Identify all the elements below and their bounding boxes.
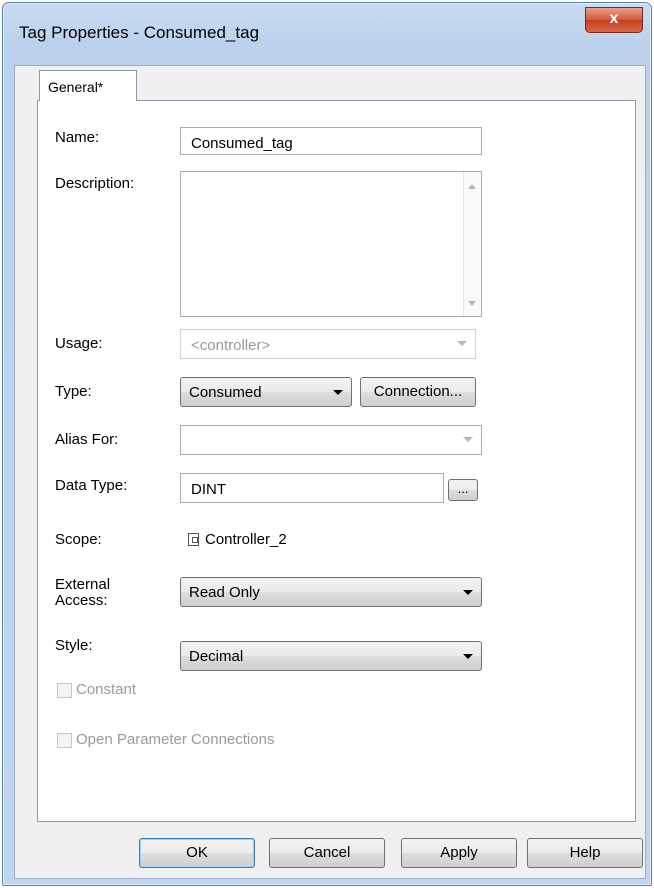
chevron-down-icon	[333, 390, 343, 395]
window-title: Tag Properties - Consumed_tag	[19, 23, 260, 42]
external-access-label-line2: Access:	[55, 592, 108, 609]
type-dropdown[interactable]: Consumed	[180, 377, 352, 407]
dialog-body: General* Name: Consumed_tag Description:…	[14, 65, 646, 879]
style-value: Decimal	[189, 648, 244, 665]
style-label: Style:	[55, 637, 93, 654]
close-icon: x	[609, 10, 619, 27]
controller-icon	[188, 533, 199, 546]
cancel-button[interactable]: Cancel	[269, 838, 385, 868]
name-field[interactable]: Consumed_tag	[180, 127, 482, 155]
chevron-down-icon[interactable]	[463, 437, 473, 442]
description-label: Description:	[55, 175, 135, 192]
close-button[interactable]: x	[585, 7, 643, 33]
usage-value: <controller>	[191, 337, 271, 354]
style-dropdown[interactable]: Decimal	[180, 641, 482, 671]
description-field[interactable]	[180, 171, 482, 317]
scope-label: Scope:	[55, 531, 102, 548]
usage-label: Usage:	[55, 335, 103, 352]
apply-button[interactable]: Apply	[401, 838, 517, 868]
data-type-label: Data Type:	[55, 477, 128, 494]
alias-for-combo[interactable]	[180, 425, 482, 455]
scroll-up-icon[interactable]	[468, 184, 476, 189]
external-access-label-line1: External	[55, 576, 111, 593]
chevron-down-icon	[463, 654, 473, 659]
constant-label: Constant	[76, 681, 137, 698]
chevron-down-icon	[457, 341, 467, 346]
external-access-value: Read Only	[189, 584, 260, 601]
type-label: Type:	[55, 383, 92, 400]
alias-for-label: Alias For:	[55, 431, 119, 448]
open-parameter-connections-label: Open Parameter Connections	[76, 731, 275, 748]
ok-button[interactable]: OK	[139, 838, 255, 868]
description-scrollbar[interactable]	[463, 172, 481, 316]
data-type-field[interactable]: DINT	[180, 473, 444, 503]
name-label: Name:	[55, 129, 100, 146]
tag-properties-dialog: Tag Properties - Consumed_tag x General*…	[2, 2, 652, 886]
usage-combo: <controller>	[180, 329, 476, 359]
scope-value: Controller_2	[205, 531, 287, 548]
tab-general[interactable]: General*	[39, 70, 137, 101]
external-access-dropdown[interactable]: Read Only	[180, 577, 482, 607]
title-bar[interactable]: Tag Properties - Consumed_tag x	[3, 3, 651, 59]
constant-checkbox	[57, 683, 72, 698]
chevron-down-icon	[463, 590, 473, 595]
help-button[interactable]: Help	[527, 838, 643, 868]
scroll-down-icon[interactable]	[468, 301, 476, 306]
data-type-browse-button[interactable]: ...	[448, 479, 478, 501]
type-value: Consumed	[189, 384, 262, 401]
connection-button[interactable]: Connection...	[360, 377, 476, 407]
general-panel: Name: Consumed_tag Description: Usage: <…	[37, 100, 636, 822]
open-parameter-connections-checkbox	[57, 733, 72, 748]
external-access-label: External Access:	[55, 577, 110, 609]
tab-general-label: General*	[48, 79, 104, 95]
